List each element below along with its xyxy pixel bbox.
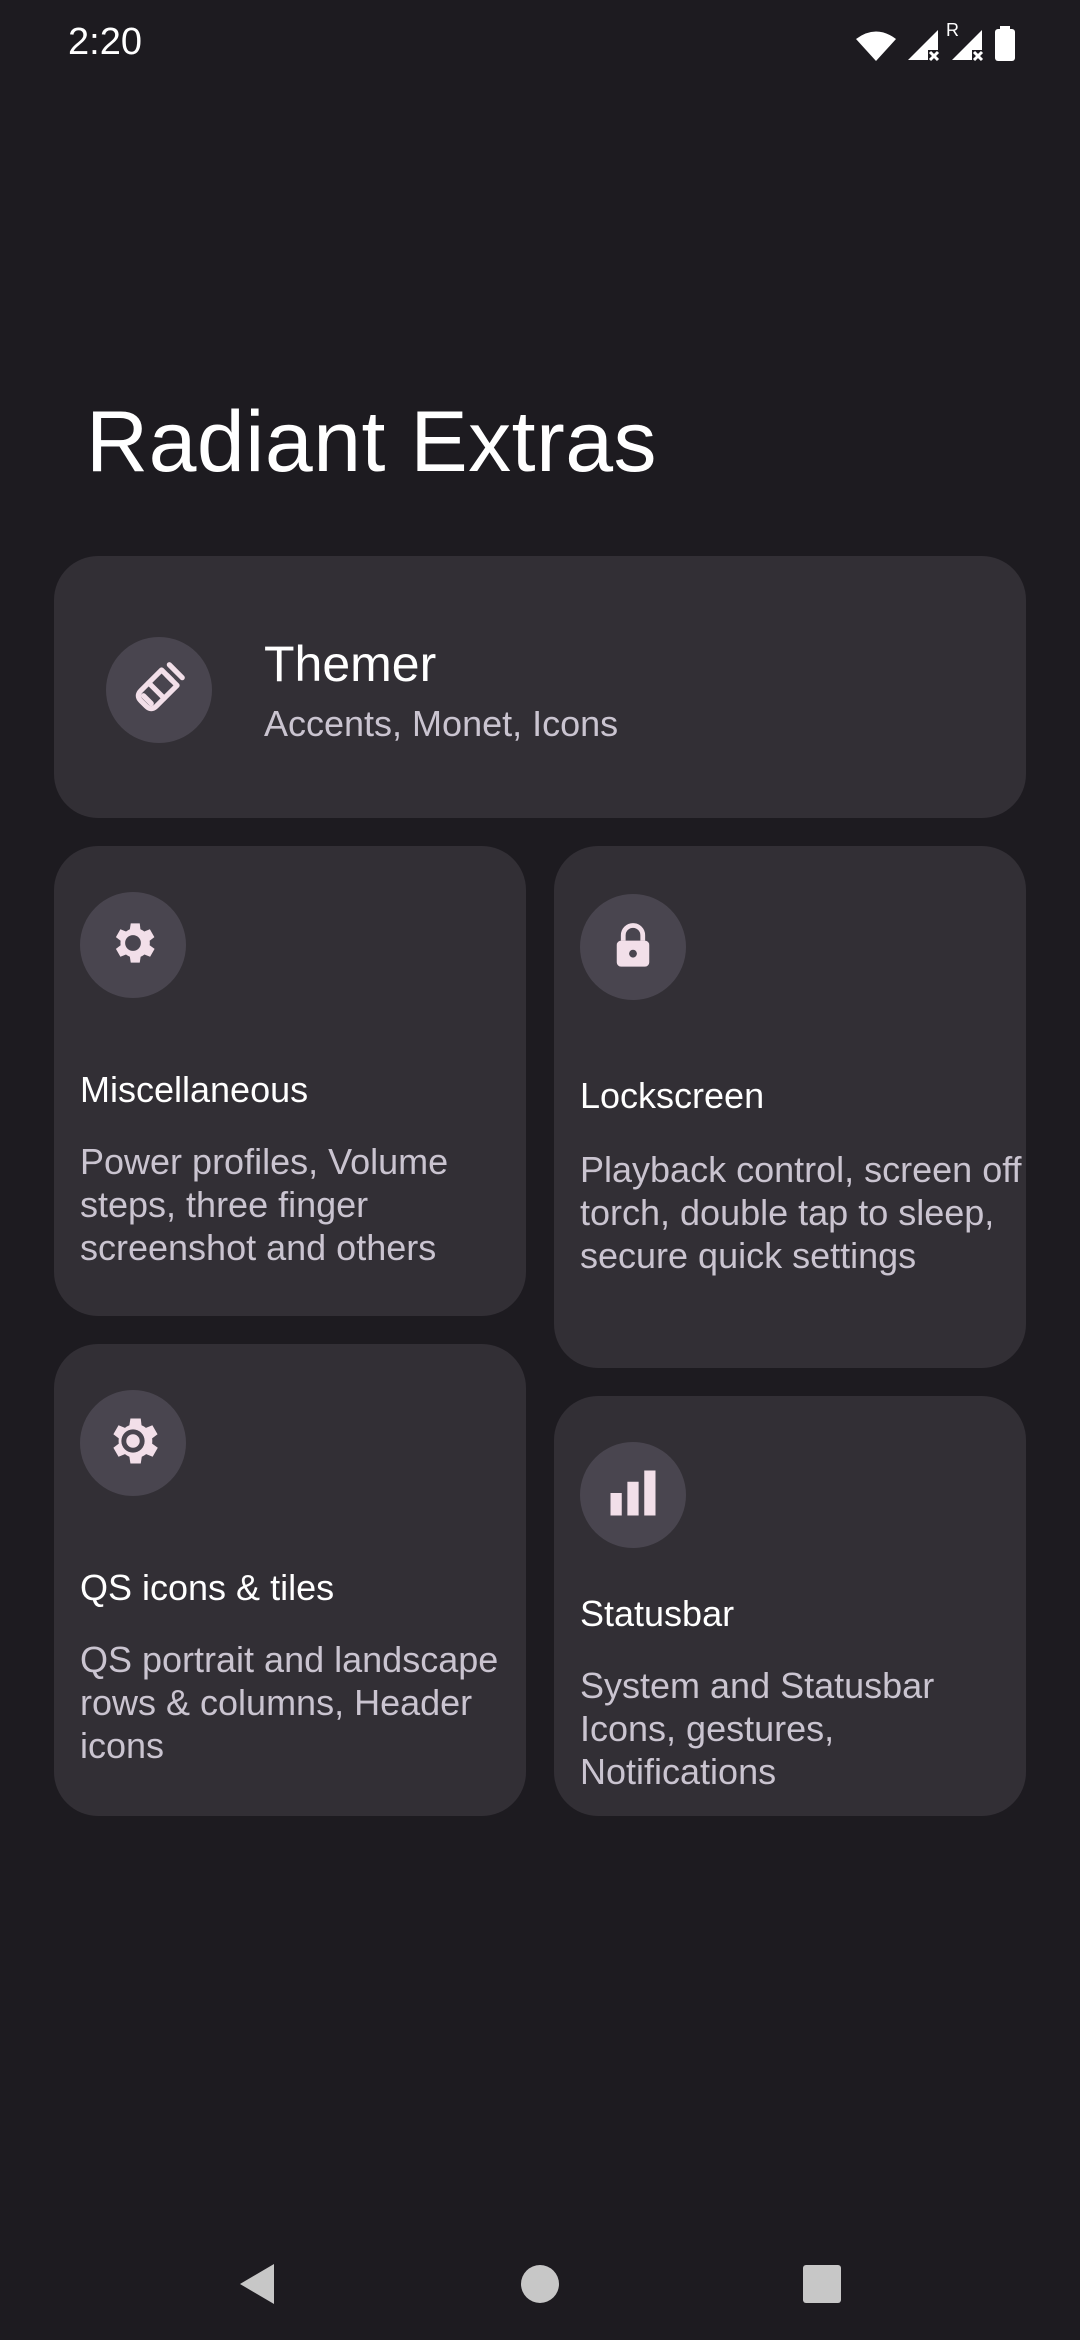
lock-icon-circle bbox=[580, 894, 686, 1000]
lock-icon bbox=[607, 919, 659, 976]
signal-roaming: R bbox=[946, 20, 984, 62]
signal-no-data-icon bbox=[906, 28, 940, 62]
paintbrush-icon bbox=[128, 657, 190, 724]
misc-description: Power profiles, Volume steps, three fing… bbox=[80, 1141, 449, 1268]
lockscreen-description: Playback control, screen off torch, doub… bbox=[580, 1149, 1022, 1276]
settings-cog-icon bbox=[102, 1410, 164, 1477]
battery-icon bbox=[994, 26, 1016, 62]
statusbar-title: Statusbar bbox=[580, 1593, 735, 1634]
back-icon bbox=[236, 2262, 276, 2311]
miscellaneous-card[interactable]: Miscellaneous Power profiles, Volume ste… bbox=[54, 846, 526, 1316]
lockscreen-title: Lockscreen bbox=[580, 1075, 765, 1116]
qs-icons-tiles-card[interactable]: QS icons & tiles QS portrait and landsca… bbox=[54, 1344, 526, 1816]
recents-button[interactable] bbox=[790, 2254, 854, 2318]
statusbar-icon-circle bbox=[580, 1442, 686, 1548]
misc-title: Miscellaneous bbox=[80, 1069, 309, 1110]
status-time: 2:20 bbox=[68, 21, 142, 63]
statusbar-description: System and Statusbar Icons, gestures, No… bbox=[580, 1665, 935, 1792]
statusbar-card[interactable]: Statusbar System and Statusbar Icons, ge… bbox=[554, 1396, 1026, 1816]
navigation-bar bbox=[0, 2220, 1080, 2340]
wifi-icon bbox=[856, 30, 896, 62]
recents-icon bbox=[802, 2264, 842, 2309]
roaming-indicator: R bbox=[946, 20, 959, 40]
themer-description: Accents, Monet, Icons bbox=[264, 703, 619, 744]
themer-title: Themer bbox=[264, 636, 437, 692]
page-title: Radiant Extras bbox=[86, 394, 658, 490]
themer-card[interactable]: Themer Accents, Monet, Icons bbox=[54, 556, 1026, 818]
home-button[interactable] bbox=[508, 2254, 572, 2318]
qs-description: QS portrait and landscape rows & columns… bbox=[80, 1639, 499, 1766]
qs-icon-circle bbox=[80, 1390, 186, 1496]
themer-icon-circle bbox=[106, 637, 212, 743]
home-icon bbox=[520, 2264, 560, 2309]
bar-chart-icon bbox=[603, 1463, 663, 1528]
misc-icon-circle bbox=[80, 892, 186, 998]
gear-icon bbox=[106, 916, 160, 975]
back-button[interactable] bbox=[224, 2254, 288, 2318]
status-icons: R bbox=[856, 20, 1016, 62]
qs-title: QS icons & tiles bbox=[80, 1567, 335, 1608]
lockscreen-card[interactable]: Lockscreen Playback control, screen off … bbox=[554, 846, 1026, 1368]
status-bar: 2:20 R bbox=[0, 0, 1080, 84]
